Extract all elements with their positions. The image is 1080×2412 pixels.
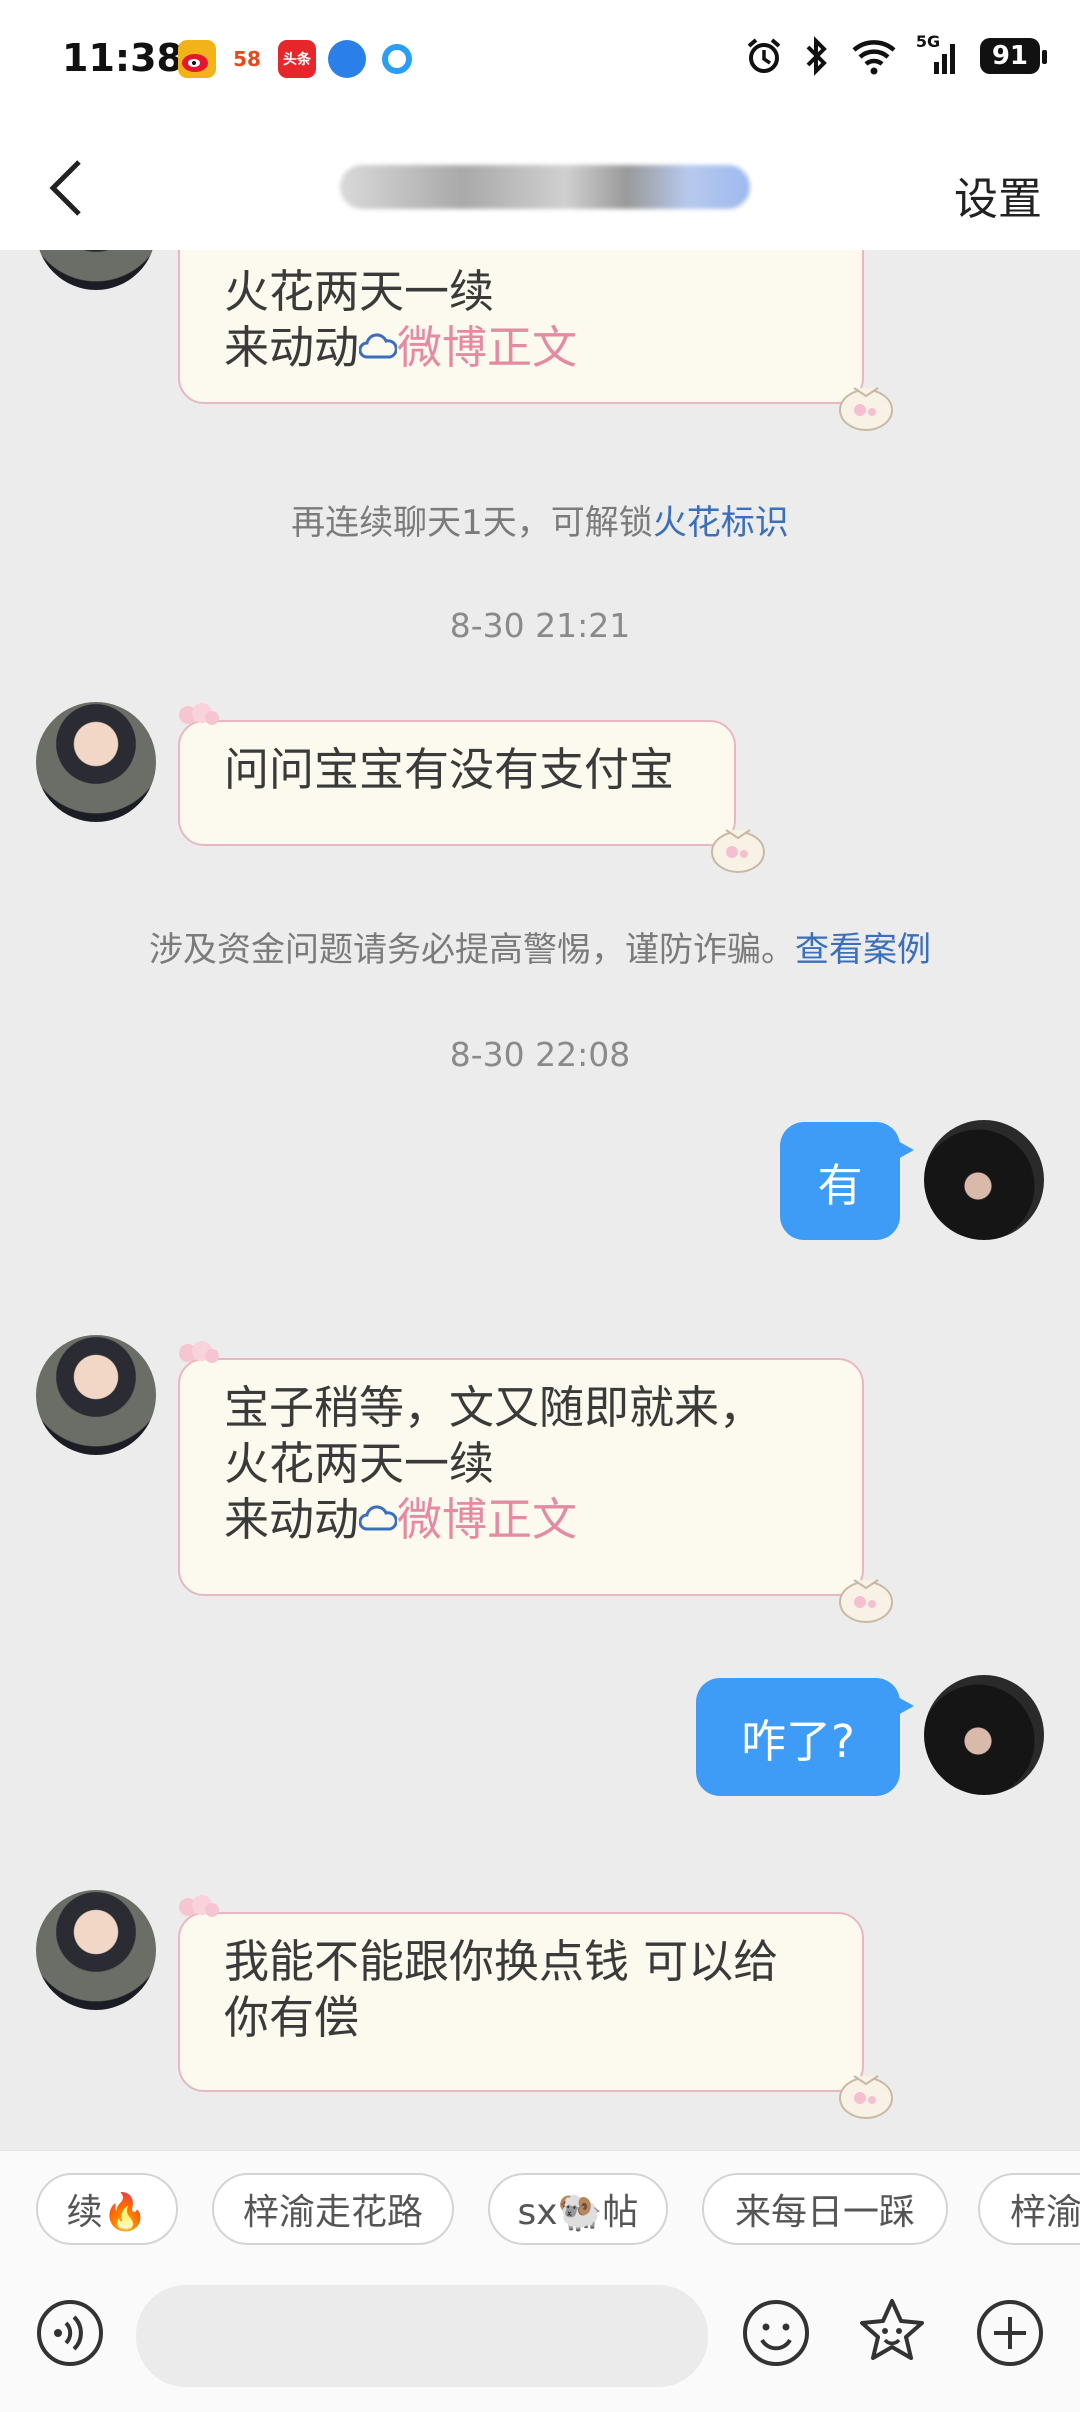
my-message-bubble[interactable]: 咋了? [696,1678,914,1796]
weibo-cloud-icon [358,333,398,359]
pouch-decoration-icon [839,1579,893,1623]
my-message-bubble[interactable]: 有 [780,1122,914,1240]
quick-reply-chip[interactable]: 续🔥 [36,2173,178,2245]
message-bubble[interactable]: 宝子稍等，文又随即就来， 火花两天一续 来动动 微博正文 [178,1341,893,1623]
signal-icon: 5G [916,32,962,76]
view-cases-link[interactable]: 查看案例 [795,930,931,970]
voice-button[interactable] [30,2293,110,2373]
quick-reply-chip[interactable]: 来每日一踩 [702,2173,948,2245]
more-button[interactable] [970,2293,1050,2373]
message-input[interactable] [136,2285,708,2387]
emoji-icon [743,2300,809,2366]
avatar[interactable] [36,1890,156,2010]
settings-button[interactable]: 设置 [954,163,1042,227]
flower-decoration-icon [179,703,219,725]
browser-icon [328,40,366,78]
star-face-icon [860,2299,924,2360]
message-text: 火花两天一续 [224,265,495,318]
timestamp: 8-30 21:21 [449,606,631,645]
voice-icon [37,2300,103,2366]
avatar[interactable] [36,702,156,822]
weibo-cloud-icon [358,1505,398,1531]
quick-reply-chip[interactable]: 梓渝 [978,2173,1080,2245]
flower-decoration-icon [179,1895,219,1917]
message-text: 宝子稍等，文又随即就来， [224,1381,765,1434]
chat-list[interactable]: 火花两天一续 来动动 微博正文 再连续聊天1天，可解锁火花标识 8-30 21:2… [0,250,1080,2150]
wifi-icon [852,40,896,75]
fraud-warning: 涉及资金问题请务必提高警惕，谨防诈骗。查看案例 [149,930,931,970]
search-app-icon [378,40,416,78]
system-icons: 5G 91 [744,32,1048,76]
battery-indicator: 91 [979,38,1048,74]
flower-decoration-icon [179,1341,219,1363]
weibo-post-link[interactable]: 微博正文 [397,1493,577,1546]
message-text: 来动动 [224,321,360,374]
message-bubble[interactable]: 我能不能跟你换点钱 可以给 你有偿 [178,1895,893,2119]
status-bar: 11:38 58 头条 5G 91 [0,0,1080,125]
pouch-decoration-icon [839,2075,893,2119]
avatar[interactable] [36,250,156,290]
weibo-icon [178,40,216,78]
message-bubble[interactable]: 火花两天一续 来动动 微博正文 [178,250,893,431]
quick-reply-chip[interactable]: 梓渝走花路 [212,2173,454,2245]
avatar[interactable] [36,1335,156,1455]
app-58-icon: 58 [228,40,266,78]
sticker-button[interactable] [852,2293,932,2373]
pouch-decoration-icon [839,387,893,431]
weibo-post-link[interactable]: 微博正文 [397,321,577,374]
quick-reply-bar: 续🔥 梓渝走花路 sx🐏帖 来每日一踩 梓渝 [0,2150,1080,2266]
message-text: 我能不能跟你换点钱 可以给 [224,1935,779,1988]
message-bubble[interactable]: 问问宝宝有没有支付宝 [178,703,765,873]
timestamp: 8-30 22:08 [449,1035,631,1074]
plus-icon [977,2300,1043,2366]
spark-badge-link[interactable]: 火花标识 [653,503,789,543]
clock: 11:38 [62,36,183,80]
input-bar [0,2265,1080,2412]
quick-reply-chip[interactable]: sx🐏帖 [488,2173,668,2245]
toutiao-icon: 头条 [278,40,316,78]
bluetooth-icon [806,36,827,76]
my-avatar[interactable] [924,1120,1044,1240]
emoji-button[interactable] [736,2293,816,2373]
message-text: 你有偿 [224,1991,360,2044]
back-button[interactable] [32,153,102,223]
spark-notice: 再连续聊天1天，可解锁火花标识 [291,503,789,543]
message-text: 来动动 [224,1493,360,1546]
my-avatar[interactable] [924,1675,1044,1795]
chevron-left-icon [49,160,81,216]
message-text: 问问宝宝有没有支付宝 [224,743,675,796]
message-text: 火花两天一续 [224,1437,495,1490]
chat-header: 初2 设置 [0,125,1080,250]
alarm-icon [747,38,781,73]
chat-title-blurred: 初2 [340,165,750,209]
pouch-decoration-icon [711,829,765,873]
notification-icons: 58 头条 [178,40,416,78]
